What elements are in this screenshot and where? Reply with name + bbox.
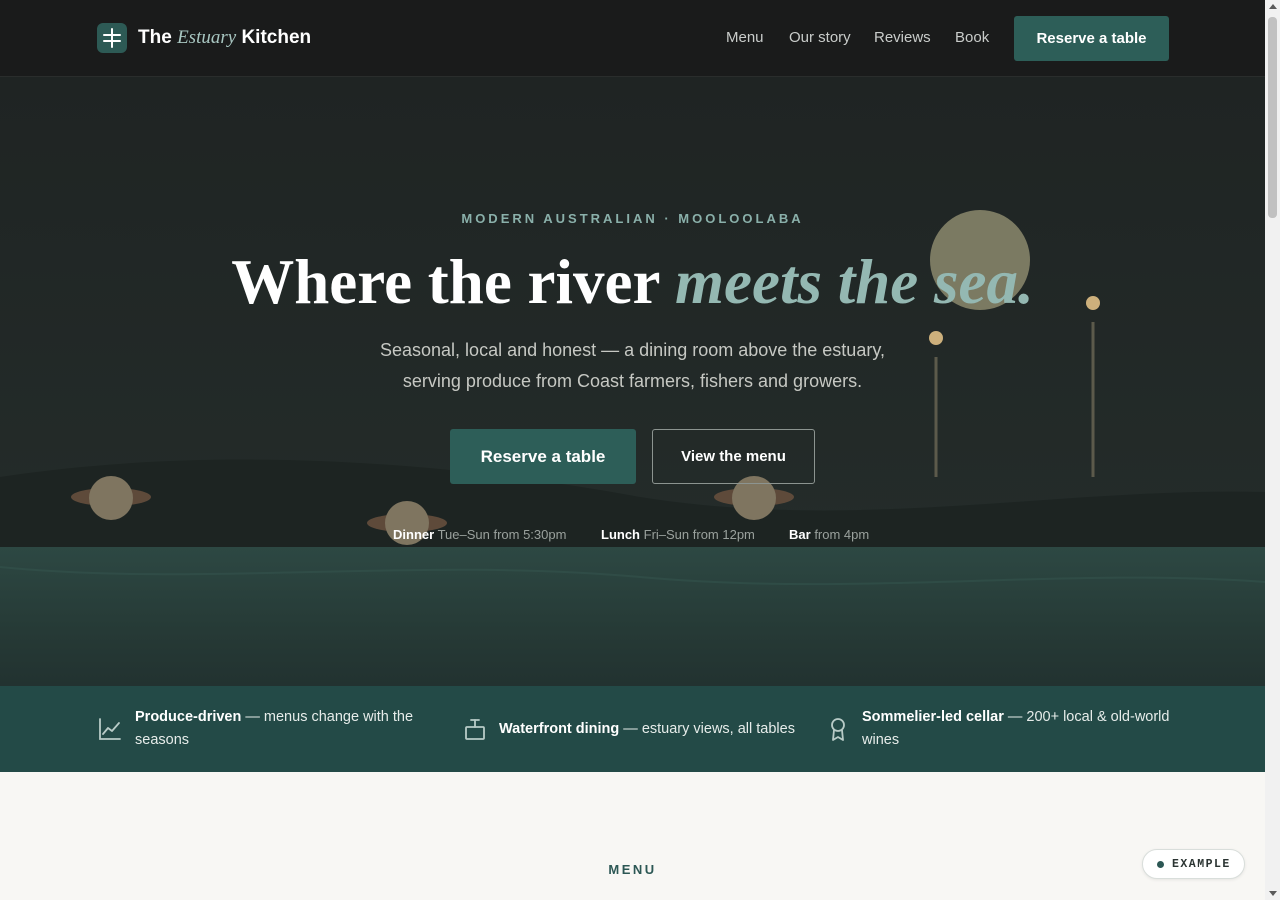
page-scrollbar[interactable] [1265, 0, 1280, 900]
brand-name[interactable]: The Estuary Kitchen [138, 27, 311, 49]
example-badge[interactable]: EXAMPLE [1142, 849, 1245, 879]
feature-text: Waterfront dining — estuary views, all t… [499, 718, 809, 741]
lantern-shape [89, 476, 133, 520]
headline-accent: meets the sea. [675, 247, 1034, 317]
reserve-table-header-button[interactable]: Reserve a table [1014, 16, 1169, 61]
brand-suffix: Kitchen [241, 27, 312, 48]
subtext-line: serving produce from Coast farmers, fish… [402, 371, 863, 391]
feature-text: Sommelier-led cellar — 200+ local & old-… [862, 706, 1172, 752]
award-ribbon-icon [831, 718, 845, 741]
hero-eyebrow: MODERN AUSTRALIAN · MOOLOOLABA [461, 211, 804, 226]
scroll-up-arrow-icon[interactable] [1269, 4, 1277, 9]
feature-item: Produce-driven — menus change with the s… [97, 686, 437, 772]
brand-prefix: The [138, 27, 172, 48]
hours-label: Lunch [601, 527, 640, 542]
feature-title: Sommelier-led cellar [862, 709, 1004, 725]
view-menu-button[interactable]: View the menu [652, 429, 815, 484]
waterfront-icon [465, 719, 485, 740]
chart-line-icon [99, 718, 121, 740]
hours-label: Dinner [393, 527, 435, 542]
menu-section-label: MENU [608, 862, 657, 877]
hero-subtext: Seasonal, local and honest — a dining ro… [0, 335, 1265, 397]
hours-label: Bar [789, 527, 811, 542]
status-dot-icon [1157, 861, 1164, 868]
feature-desc-2: wines [862, 732, 900, 748]
feature-desc: — menus change with the [241, 709, 414, 725]
water-band [0, 547, 1265, 686]
hours-lunch: Lunch Fri–Sun from 12pm [601, 527, 755, 542]
hero-headline: Where the river meets the sea. [0, 246, 1265, 319]
feature-desc-2: seasons [135, 732, 190, 748]
nav-book[interactable]: Book [955, 29, 989, 46]
nav-our-story[interactable]: Our story [789, 29, 851, 46]
feature-title: Produce-driven [135, 709, 242, 725]
reserve-table-button[interactable]: Reserve a table [450, 429, 636, 484]
nav-menu[interactable]: Menu [726, 29, 764, 46]
scroll-down-arrow-icon[interactable] [1269, 891, 1277, 896]
hours-value: Fri–Sun from 12pm [643, 527, 755, 542]
feature-title: Waterfront dining [499, 721, 620, 737]
feature-item: Waterfront dining — estuary views, all t… [462, 686, 802, 772]
feature-desc: — estuary views, all tables [619, 721, 795, 737]
hours-bar: Bar from 4pm [789, 527, 869, 542]
features-band: Produce-driven — menus change with the s… [0, 686, 1265, 772]
brand-italic: Estuary [177, 27, 237, 48]
hours-dinner: Dinner Tue–Sun from 5:30pm [393, 527, 566, 542]
hours-value: Tue–Sun from 5:30pm [437, 527, 567, 542]
logo-mark-icon[interactable] [97, 23, 127, 53]
subtext-line: Seasonal, local and honest — a dining ro… [380, 340, 885, 360]
site-header: The Estuary Kitchen Menu Our story Revie… [0, 0, 1265, 77]
feature-text: Produce-driven — menus change with the s… [135, 706, 435, 752]
nav-reviews[interactable]: Reviews [874, 29, 931, 46]
feature-desc: — 200+ local & old-world [1003, 709, 1170, 725]
headline-plain: Where the river [231, 247, 660, 317]
scroll-thumb[interactable] [1268, 17, 1277, 218]
badge-label: EXAMPLE [1172, 858, 1231, 871]
hours-value: from 4pm [814, 527, 870, 542]
feature-item: Sommelier-led cellar — 200+ local & old-… [826, 686, 1169, 772]
